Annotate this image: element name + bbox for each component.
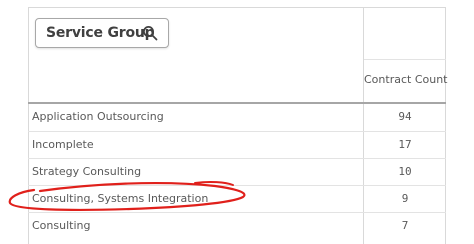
row-label: Strategy Consulting	[32, 165, 142, 178]
data-table: Service Group Contract Count Application…	[28, 7, 447, 244]
row-label: Incomplete	[32, 138, 94, 151]
table-row[interactable]: Incomplete 17	[28, 132, 446, 159]
service-group-search-button[interactable]: Service Group	[35, 18, 169, 48]
row-label: Consulting, Systems Integration	[32, 192, 209, 205]
column-header-contract-count[interactable]: Contract Count	[364, 73, 447, 86]
table-row[interactable]: Consulting, Systems Integration 9	[28, 186, 446, 213]
row-count: 10	[398, 165, 412, 178]
row-count: 94	[398, 110, 412, 123]
row-count: 7	[401, 219, 409, 232]
row-label: Consulting	[32, 219, 91, 232]
table-row[interactable]: Application Outsourcing 94	[28, 104, 446, 131]
row-label: Application Outsourcing	[32, 110, 164, 123]
search-icon	[143, 26, 158, 41]
table-row[interactable]: Consulting 7	[28, 213, 446, 240]
row-count: 9	[401, 192, 409, 205]
table-border-top	[28, 7, 446, 8]
service-group-label: Service Group	[46, 25, 155, 41]
header-subdivider	[364, 59, 446, 60]
row-count: 17	[398, 138, 412, 151]
table-row[interactable]: Strategy Consulting 10	[28, 159, 446, 186]
